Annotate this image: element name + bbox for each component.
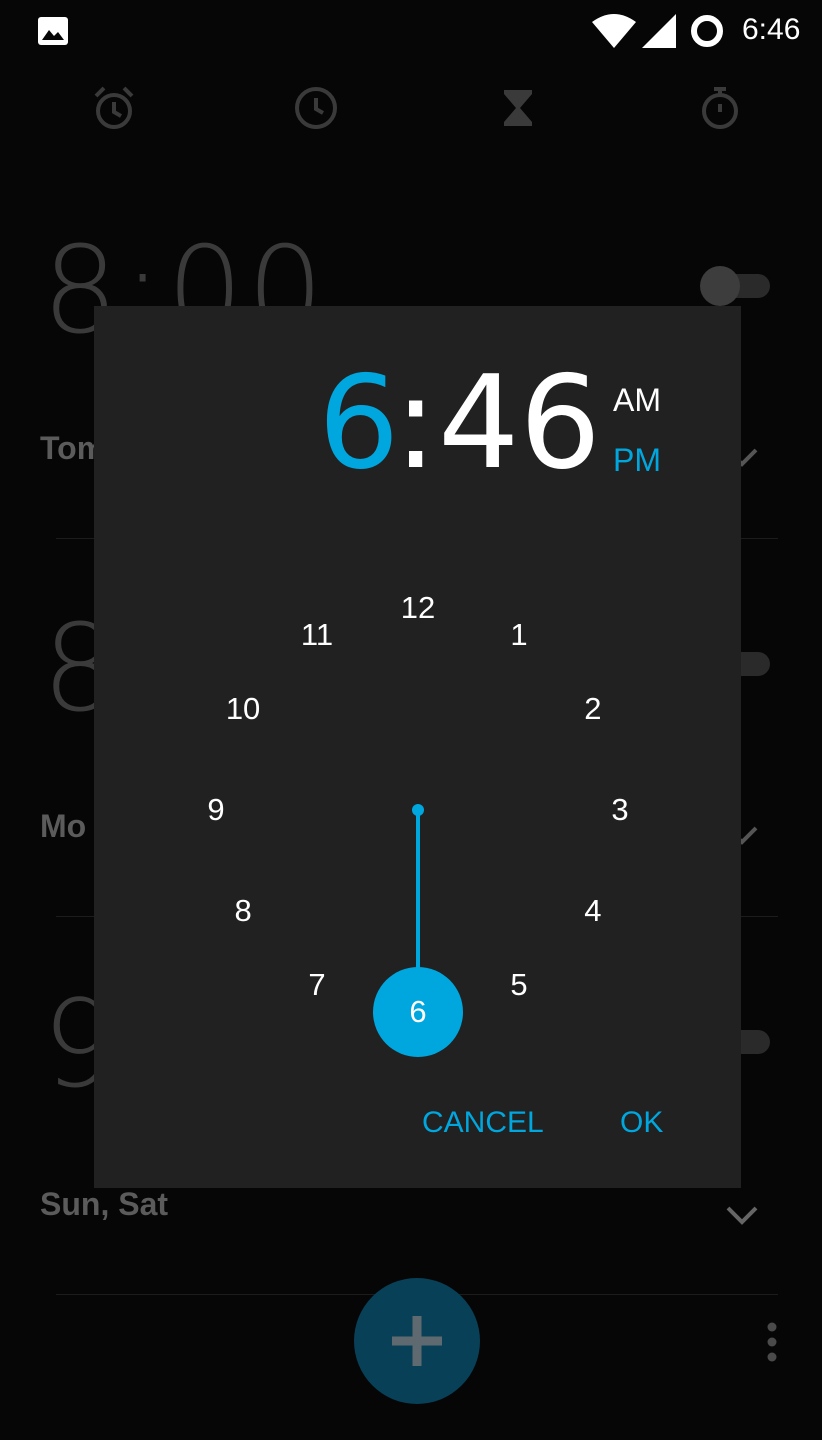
ok-button[interactable]: OK — [620, 1106, 663, 1140]
timer-icon — [504, 90, 532, 126]
clock-number-10[interactable]: 10 — [203, 689, 283, 729]
dialog-actions: CANCEL OK — [94, 1096, 741, 1156]
add-alarm-button[interactable] — [354, 1278, 480, 1404]
clock-number-11[interactable]: 11 — [277, 615, 357, 655]
gallery-icon — [38, 17, 68, 45]
cell-signal-icon — [642, 14, 676, 48]
chevron-down-icon[interactable] — [726, 1206, 758, 1226]
plus-icon — [392, 1316, 442, 1366]
clock-number-8[interactable]: 8 — [203, 891, 283, 931]
battery-icon — [691, 15, 723, 47]
clock-icon — [295, 87, 337, 129]
cancel-button[interactable]: CANCEL — [422, 1106, 544, 1140]
clock-number-7[interactable]: 7 — [277, 965, 357, 1005]
more-options-icon[interactable] — [764, 1322, 780, 1362]
tab-clock[interactable] — [284, 76, 348, 140]
time-picker-dialog: 6 : 46 AM PM 12 1 2 3 4 5 6 7 8 9 10 11 CANCEL OK — [94, 306, 741, 1188]
clock-number-3[interactable]: 3 — [580, 790, 660, 830]
tab-stopwatch[interactable] — [688, 76, 752, 140]
status-time: 6:46 — [742, 13, 801, 46]
status-bar: 6:46 — [0, 0, 822, 64]
clock-number-9[interactable]: 9 — [176, 790, 256, 830]
clock-number-12[interactable]: 12 — [378, 588, 458, 628]
clock-face[interactable]: 12 1 2 3 4 5 6 7 8 9 10 11 — [94, 306, 741, 1188]
alarm-days: Sun, Sat — [40, 1186, 169, 1222]
stopwatch-icon — [702, 87, 738, 129]
tab-alarm[interactable] — [82, 76, 146, 140]
clock-hand-layer — [373, 804, 463, 1057]
clock-number-5[interactable]: 5 — [479, 965, 559, 1005]
alarm-days: Mo — [40, 808, 87, 844]
clock-number-6[interactable]: 6 — [378, 992, 458, 1032]
clock-number-2[interactable]: 2 — [553, 689, 633, 729]
wifi-icon — [592, 14, 636, 48]
alarm-toggle[interactable] — [694, 264, 778, 308]
clock-number-4[interactable]: 4 — [553, 891, 633, 931]
clock-number-1[interactable]: 1 — [479, 615, 559, 655]
tab-bar — [0, 76, 822, 140]
tab-timer[interactable] — [486, 76, 550, 140]
alarm-icon — [94, 86, 134, 129]
